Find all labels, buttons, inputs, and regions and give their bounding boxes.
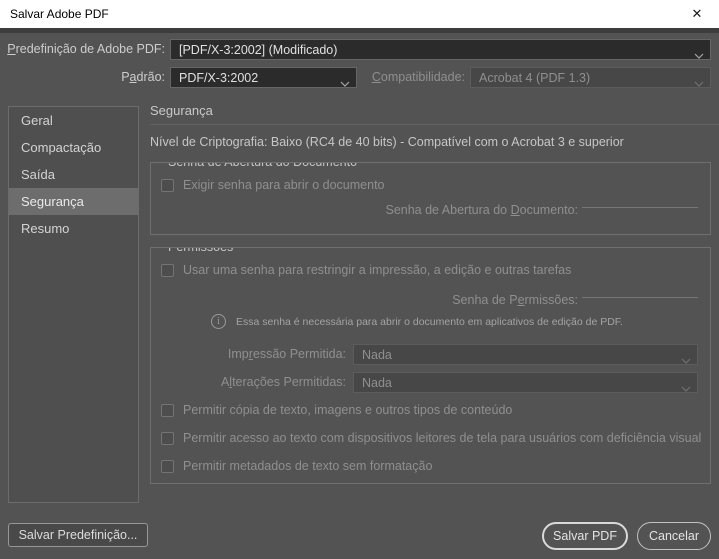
close-icon: ✕ — [692, 6, 703, 22]
sidebar-item-saida[interactable]: Saída — [9, 161, 138, 188]
standard-select-value: PDF/X-3:2002 — [179, 71, 258, 85]
printing-allowed-label: Impressão Permitida: — [151, 347, 346, 361]
checkbox-label: Permitir acesso ao texto com dispositivo… — [183, 431, 701, 445]
settings-list: Geral Compactação Saída Segurança Resumo — [8, 106, 139, 503]
titlebar[interactable]: Salvar Adobe PDF ✕ — [0, 0, 719, 28]
checkbox-icon — [161, 432, 174, 445]
changes-allowed-select: Nada — [353, 372, 698, 393]
compatibility-select: Acrobat 4 (PDF 1.3) — [470, 67, 711, 88]
label-part: terações Permitidas: — [232, 375, 346, 389]
use-permissions-password-checkbox: Usar uma senha para restringir a impress… — [161, 263, 571, 277]
cancel-button[interactable]: Cancelar — [637, 522, 711, 550]
sidebar-item-resumo[interactable]: Resumo — [9, 215, 138, 242]
plaintext-metadata-checkbox: Permitir metadados de texto sem formataç… — [161, 459, 432, 473]
require-password-checkbox: Exigir senha para abrir o documento — [161, 178, 385, 192]
sidebar-item-geral[interactable]: Geral — [9, 107, 138, 134]
permissions-password-input — [582, 281, 698, 298]
save-preset-button[interactable]: Salvar Predefinição... — [8, 523, 148, 547]
save-pdf-label: Salvar PDF — [553, 529, 617, 543]
group-title: Senha de Abertura do Documento — [163, 162, 362, 169]
preset-label: Predefinição de Adobe PDF: — [0, 42, 165, 56]
compatibility-label: Compatibilidade: — [340, 70, 465, 84]
compatibility-select-value: Acrobat 4 (PDF 1.3) — [479, 71, 590, 85]
checkbox-icon — [161, 404, 174, 417]
save-adobe-pdf-dialog: Salvar Adobe PDF ✕ Predefinição de Adobe… — [0, 0, 719, 559]
standard-label: Padrão: — [0, 70, 165, 84]
window-title: Salvar Adobe PDF — [10, 7, 109, 21]
label-part: drão: — [137, 70, 166, 84]
label-part: essão Permitida: — [253, 347, 346, 361]
chevron-down-icon — [681, 381, 691, 393]
panel-divider — [150, 124, 719, 125]
document-open-password-label: Senha de Abertura do Documento: — [151, 203, 578, 217]
checkbox-icon — [161, 264, 174, 277]
printing-allowed-value: Nada — [362, 348, 392, 362]
checkbox-icon — [161, 460, 174, 473]
label-mnemonic: P — [7, 42, 15, 56]
label-mnemonic: e — [518, 293, 525, 307]
label-part: Senha de Abertura do — [385, 203, 510, 217]
checkbox-label: Usar uma senha para restringir a impress… — [183, 263, 571, 277]
checkbox-label: Permitir metadados de texto sem formataç… — [183, 459, 432, 473]
close-button[interactable]: ✕ — [675, 0, 719, 28]
label-mnemonic: a — [130, 70, 137, 84]
permissions-group: Permissões Usar uma senha para restringi… — [150, 247, 711, 484]
open-password-group: Senha de Abertura do Documento Exigir se… — [150, 162, 711, 235]
save-preset-label: Salvar Predefinição... — [19, 528, 138, 542]
printing-allowed-select: Nada — [353, 344, 698, 365]
preset-select-value: [PDF/X-3:2002] (Modificado) — [179, 43, 337, 57]
checkbox-label: Permitir cópia de texto, imagens e outro… — [183, 403, 512, 417]
label-part: P — [121, 70, 129, 84]
permissions-password-label: Senha de Permissões: — [151, 293, 578, 307]
changes-allowed-value: Nada — [362, 376, 392, 390]
label-part: ompatibilidade: — [381, 70, 465, 84]
chevron-down-icon — [681, 353, 691, 365]
label-part: rmissões: — [525, 293, 578, 307]
cancel-label: Cancelar — [649, 529, 699, 543]
sidebar-item-seguranca[interactable]: Segurança — [9, 188, 138, 215]
password-info-note: i Essa senha é necessária para abrir o d… — [211, 314, 623, 329]
label-mnemonic: C — [372, 70, 381, 84]
label-part: redefinição de Adobe PDF: — [16, 42, 165, 56]
checkbox-label: Exigir senha para abrir o documento — [183, 178, 385, 192]
label-part: ocumento: — [520, 203, 578, 217]
standard-select[interactable]: PDF/X-3:2002 — [170, 67, 357, 88]
encryption-level-text: Nível de Criptografia: Baixo (RC4 de 40 … — [150, 135, 624, 149]
chevron-down-icon — [694, 76, 704, 88]
label-part: Imp — [228, 347, 249, 361]
info-text: Essa senha é necessária para abrir o doc… — [236, 316, 623, 328]
changes-allowed-label: Alterações Permitidas: — [151, 375, 346, 389]
info-icon: i — [211, 314, 226, 329]
document-open-password-input — [582, 191, 698, 208]
chevron-down-icon — [694, 48, 704, 60]
preset-select[interactable]: [PDF/X-3:2002] (Modificado) — [170, 39, 711, 60]
save-pdf-button[interactable]: Salvar PDF — [542, 522, 628, 550]
copy-content-checkbox: Permitir cópia de texto, imagens e outro… — [161, 403, 512, 417]
label-mnemonic: D — [511, 203, 520, 217]
label-part: Senha de P — [452, 293, 517, 307]
panel-title: Segurança — [150, 103, 213, 118]
checkbox-icon — [161, 179, 174, 192]
titlebar-shadow — [0, 28, 719, 33]
group-title: Permissões — [163, 247, 238, 254]
sidebar-item-compactacao[interactable]: Compactação — [9, 134, 138, 161]
screen-reader-checkbox: Permitir acesso ao texto com dispositivo… — [161, 431, 711, 445]
